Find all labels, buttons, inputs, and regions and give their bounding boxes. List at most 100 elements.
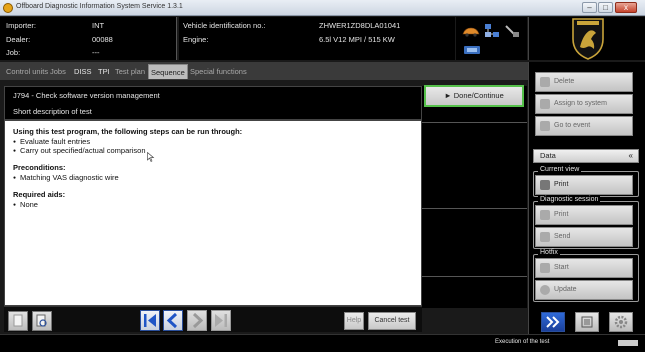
data-heading: Data xyxy=(540,151,556,160)
app-window: Offboard Diagnostic Information System S… xyxy=(0,0,645,352)
settings-button[interactable] xyxy=(609,312,633,332)
hotfix-start-label: Start xyxy=(554,264,569,271)
lamborghini-logo-icon xyxy=(572,18,604,60)
connection-panel xyxy=(456,17,527,60)
divider xyxy=(422,208,527,209)
diag-print-label: Print xyxy=(554,211,569,218)
precondition-item: Matching VAS diagnostic wire xyxy=(13,173,119,182)
mouse-cursor-icon xyxy=(147,152,155,162)
status-text: Execution of the test xyxy=(495,339,550,345)
usb-icon xyxy=(464,46,480,54)
hotfix-update-label: Update xyxy=(554,286,577,293)
help-button[interactable]: Help xyxy=(344,312,364,330)
importer-label: Importer: xyxy=(6,21,37,30)
tab-bar: Control units Jobs DISS TPI Test plan Se… xyxy=(0,62,528,80)
diagnostic-cable-icon xyxy=(505,25,519,37)
tab-special-functions[interactable]: Special functions xyxy=(188,64,249,79)
minimize-button[interactable]: – xyxy=(582,2,597,13)
start-icon xyxy=(540,263,550,273)
current-view-label: Current view xyxy=(538,166,582,173)
app-icon xyxy=(3,3,13,13)
skip-last-icon xyxy=(215,314,227,327)
brand-logo-panel xyxy=(528,17,645,60)
cancel-test-button[interactable]: Cancel test xyxy=(368,312,416,330)
maximize-button[interactable]: □ xyxy=(598,2,613,13)
event-icon xyxy=(540,121,550,131)
send-icon xyxy=(540,232,550,242)
tab-control-units[interactable]: Control units xyxy=(4,64,50,79)
title-bar: Offboard Diagnostic Information System S… xyxy=(0,0,645,16)
aid-item: None xyxy=(13,200,38,209)
grid-icon xyxy=(581,316,593,328)
print-label: Print xyxy=(554,181,569,188)
magnifier-document-icon xyxy=(36,314,47,327)
chevron-right-icon xyxy=(192,312,204,329)
job-label: Job: xyxy=(6,48,21,57)
tab-test-plan[interactable]: Test plan xyxy=(113,64,147,79)
next-step-button[interactable] xyxy=(187,310,207,331)
data-section-header[interactable]: Data « xyxy=(533,149,639,163)
divider xyxy=(422,276,527,277)
forward-button[interactable] xyxy=(541,312,565,332)
action-column xyxy=(422,86,527,308)
dealer-info-panel: Importer: INT Dealer: 00088 Job: --- xyxy=(0,17,177,60)
update-icon xyxy=(540,285,550,295)
grid-view-button[interactable] xyxy=(575,312,599,332)
diagnostic-session-label: Diagnostic session xyxy=(538,196,601,203)
assign-icon xyxy=(540,99,550,109)
vin-label: Vehicle identification no.: xyxy=(183,21,266,30)
chevron-left-icon xyxy=(166,312,178,329)
diag-print-button[interactable]: Print xyxy=(535,205,633,225)
vehicle-info-panel: Vehicle identification no.: ZHWER1ZD8DLA… xyxy=(179,17,455,60)
collapse-chevron-icon[interactable]: « xyxy=(629,150,633,162)
printer-icon xyxy=(540,210,550,220)
network-icon xyxy=(485,24,499,37)
engine-label: Engine: xyxy=(183,35,209,44)
tab-sequence[interactable]: Sequence xyxy=(148,64,188,79)
double-chevron-right-icon xyxy=(546,316,560,328)
skip-first-icon xyxy=(144,314,156,327)
bottom-toolbar: Help Cancel test xyxy=(4,306,422,332)
event-label: Go to event xyxy=(554,122,591,129)
document-button[interactable] xyxy=(8,311,28,331)
tab-tpi[interactable]: TPI xyxy=(96,64,112,79)
assign-to-system-button[interactable]: Assign to system xyxy=(535,94,633,114)
diag-send-button[interactable]: Send xyxy=(535,227,633,247)
tab-jobs[interactable]: Jobs xyxy=(48,64,68,79)
go-to-event-button[interactable]: Go to event xyxy=(535,116,633,136)
printer-icon xyxy=(540,180,550,190)
view-document-button[interactable] xyxy=(32,311,52,331)
diag-send-label: Send xyxy=(554,233,571,240)
dealer-label: Dealer: xyxy=(6,35,31,44)
last-step-button[interactable] xyxy=(211,310,231,331)
vehicle-icon xyxy=(462,27,480,37)
print-current-view-button[interactable]: Print xyxy=(535,175,633,195)
close-button[interactable]: x xyxy=(615,2,637,13)
intro-heading: Using this test program, the following s… xyxy=(13,127,243,136)
gear-icon xyxy=(614,315,628,329)
divider xyxy=(422,122,527,123)
engine-value: 6.5l V12 MPI / 515 KW xyxy=(319,35,395,44)
document-icon xyxy=(13,314,23,327)
assign-label: Assign to system xyxy=(554,100,607,107)
tab-diss[interactable]: DISS xyxy=(72,64,94,79)
window-title: Offboard Diagnostic Information System S… xyxy=(16,3,183,10)
job-value: --- xyxy=(92,48,100,57)
test-content-panel: Using this test program, the following s… xyxy=(4,120,422,306)
aids-heading: Required aids: xyxy=(13,190,66,199)
hotfix-update-button[interactable]: Update xyxy=(535,280,633,300)
delete-button[interactable]: Delete xyxy=(535,72,633,92)
progress-indicator xyxy=(618,340,638,346)
status-bar: Execution of the test xyxy=(0,334,645,352)
delete-label: Delete xyxy=(554,78,575,85)
step-item: Carry out specified/actual comparison xyxy=(13,146,145,155)
done-continue-button[interactable]: ► Done/Continue xyxy=(424,85,524,107)
step-item: Evaluate fault entries xyxy=(13,137,90,146)
first-step-button[interactable] xyxy=(140,310,160,331)
previous-step-button[interactable] xyxy=(163,310,183,331)
test-subtitle: Short description of test xyxy=(13,107,92,116)
right-sidebar: Delete Assign to system Go to event Data… xyxy=(528,62,645,334)
delete-icon xyxy=(540,77,550,87)
test-description-header: J794 - Check software version management… xyxy=(4,86,422,120)
hotfix-start-button[interactable]: Start xyxy=(535,258,633,278)
